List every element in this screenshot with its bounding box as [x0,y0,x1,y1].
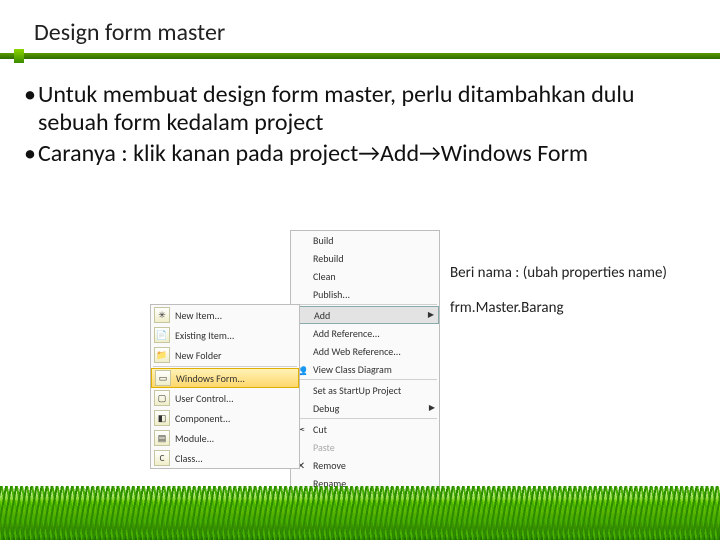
submenu-item-icon: 📄 [154,327,170,343]
menu-item-icon [294,269,308,283]
submenu-item-icon: ▤ [154,430,170,446]
menu-item[interactable]: ▭ Windows Form... [151,368,299,388]
menu-item[interactable]: 👥View Class Diagram [291,360,439,378]
menu-item[interactable]: Build [291,231,439,249]
annotation-line: Beri nama : (ubah properties name) [450,264,667,283]
bullet-list: •Untuk membuat design form master, perlu… [0,63,720,168]
menu-item-label: Paste [313,441,335,454]
menu-item[interactable]: Add Reference... [291,324,439,342]
menu-item-icon [294,251,308,265]
slide-title: Design form master [0,0,720,53]
menu-item-label: Debug [313,402,339,415]
menu-item[interactable]: 📁 New Folder [151,345,299,365]
menu-item-label: Add Reference... [313,327,380,340]
submenu-item-icon: ▭ [155,370,171,386]
annotation-block: Beri nama : (ubah properties name) frm.M… [450,264,667,334]
menu-item-label: Set as StartUp Project [313,384,401,397]
menu-item[interactable]: ◧ Component... [151,408,299,428]
menu-item-label: New Item... [175,309,222,322]
menu-item[interactable]: C Class... [151,448,299,468]
menu-item[interactable]: Add ▶ [291,306,439,324]
menu-item[interactable]: Add Web Reference... [291,342,439,360]
menu-item-label: Existing Item... [175,329,234,342]
menu-item-icon [294,233,308,247]
submenu-item-icon: ✳ [154,307,170,323]
title-bar [0,53,720,63]
submenu-arrow-icon: ▶ [428,310,434,320]
menu-item-label: Cut [313,423,327,436]
menu-item-label: Module... [175,432,214,445]
context-menu-add-submenu: ✳ New Item... 📄 Existing Item... 📁 New Folder… [150,304,300,469]
menu-item-label: Windows Form... [176,372,245,385]
context-menu-screenshot: Build Rebuild Clean Publish... Add ▶ Add Refer… [150,230,440,485]
menu-item-label: Class... [175,452,203,465]
annotation-line: frm.Master.Barang [450,299,667,318]
menu-item-label: Component... [175,412,230,425]
menu-item[interactable]: Set as StartUp Project [291,381,439,399]
menu-item-label: View Class Diagram [313,363,392,376]
menu-item-label: Build [313,234,334,247]
bullet-item: •Caranya : klik kanan pada project→Add→W… [24,140,696,168]
bullet-item: •Untuk membuat design form master, perlu… [24,81,696,138]
menu-item-icon [294,287,308,301]
menu-item-label: Add Web Reference... [313,345,401,358]
menu-item[interactable]: Debug ▶ [291,399,439,417]
menu-item-label: User Control... [175,392,234,405]
menu-item-label: Add [314,309,330,322]
menu-separator [293,304,437,305]
menu-item[interactable]: 📄 Existing Item... [151,325,299,345]
menu-item-label: Remove [313,459,346,472]
menu-item[interactable]: ▢ User Control... [151,388,299,408]
submenu-item-icon: 📁 [154,347,170,363]
grass-decoration [0,486,720,540]
menu-item-label: Clean [313,270,336,283]
menu-item[interactable]: ✳ New Item... [151,305,299,325]
menu-item-label: Publish... [313,288,350,301]
submenu-item-icon: ◧ [154,410,170,426]
menu-item[interactable]: ✂Cut [291,420,439,438]
menu-separator [293,379,437,380]
menu-item[interactable]: Paste [291,438,439,456]
menu-item-label: New Folder [175,349,222,362]
menu-item-label: Rebuild [313,252,344,265]
submenu-item-icon: C [154,450,170,466]
menu-separator [153,366,297,367]
menu-separator [293,418,437,419]
menu-item[interactable]: ▤ Module... [151,428,299,448]
menu-item[interactable]: Publish... [291,285,439,303]
submenu-arrow-icon: ▶ [429,403,435,413]
menu-item[interactable]: Clean [291,267,439,285]
menu-item[interactable]: Rebuild [291,249,439,267]
submenu-item-icon: ▢ [154,390,170,406]
menu-item[interactable]: ✕Remove [291,456,439,474]
